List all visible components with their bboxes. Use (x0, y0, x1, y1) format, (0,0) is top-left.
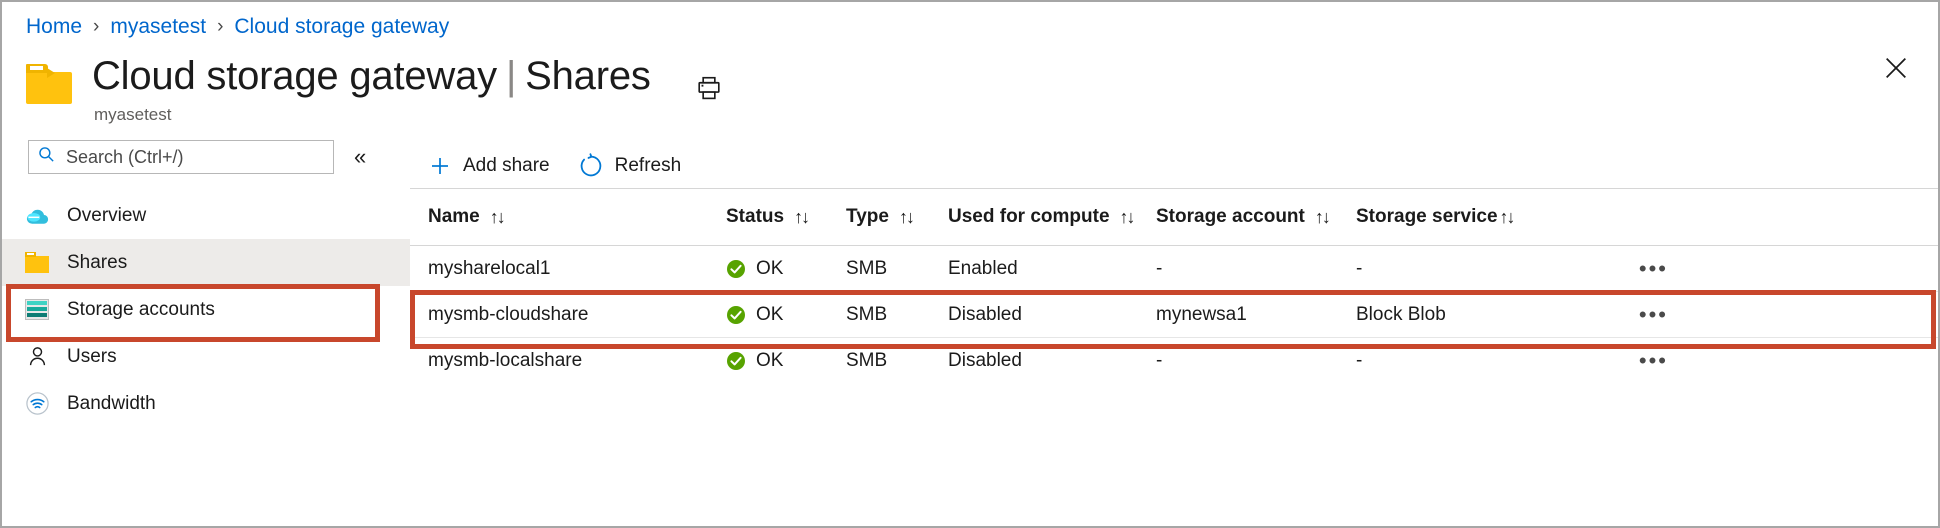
more-options-icon[interactable]: ••• (1639, 258, 1668, 280)
sidebar-search-row: « (28, 140, 366, 174)
cell-name: mysmb-localshare (428, 350, 726, 372)
column-header-label: Storage account (1156, 206, 1305, 228)
cell-name: mysmb-cloudshare (428, 304, 726, 326)
cell-type: SMB (846, 350, 948, 372)
table-row[interactable]: mysmb-cloudshare OK SMB Disabled mynewsa… (410, 292, 1938, 338)
sidebar-item-label: Bandwidth (67, 393, 156, 415)
cell-type: SMB (846, 304, 948, 326)
printer-icon[interactable] (695, 74, 723, 102)
breadcrumb: Home › myasetest › Cloud storage gateway (26, 10, 449, 44)
row-actions[interactable]: ••• (1556, 350, 1696, 372)
breadcrumb-item-cloud-storage-gateway[interactable]: Cloud storage gateway (234, 15, 449, 39)
row-actions[interactable]: ••• (1556, 304, 1696, 326)
user-icon (24, 344, 50, 370)
row-actions[interactable]: ••• (1556, 258, 1696, 280)
command-toolbar: Add share Refresh (410, 144, 709, 188)
sidebar: « Overview (2, 130, 410, 526)
bandwidth-icon (24, 391, 50, 417)
cell-storage-service: - (1356, 350, 1556, 372)
plus-icon (428, 154, 452, 178)
table-row[interactable]: mysmb-localshare OK SMB Disabled - - ••• (410, 338, 1938, 384)
column-header-status[interactable]: Status ↑↓ (726, 206, 846, 228)
folder-icon (26, 64, 72, 104)
add-share-button[interactable]: Add share (428, 154, 550, 178)
column-header-used-for-compute[interactable]: Used for compute ↑↓ (948, 206, 1156, 228)
cell-storage-account: - (1156, 258, 1356, 280)
sidebar-item-shares[interactable]: Shares (2, 239, 410, 286)
page-title: Cloud storage gateway|Shares (92, 52, 651, 100)
cell-used-for-compute: Disabled (948, 350, 1156, 372)
refresh-button[interactable]: Refresh (578, 153, 682, 179)
shares-content: Add share Refresh Name ↑↓ Sta (410, 130, 1938, 526)
search-icon (37, 145, 56, 169)
table-header-row: Name ↑↓ Status ↑↓ Type ↑↓ Used for compu… (410, 188, 1938, 246)
storage-accounts-icon (24, 297, 50, 323)
cloud-icon (24, 203, 50, 229)
cell-used-for-compute: Disabled (948, 304, 1156, 326)
column-header-label: Used for compute (948, 206, 1110, 228)
cell-status: OK (726, 258, 846, 280)
sidebar-item-storage-accounts[interactable]: Storage accounts (2, 286, 410, 333)
breadcrumb-item-myasetest[interactable]: myasetest (110, 15, 206, 39)
cell-name: mysharelocal1 (428, 258, 726, 280)
sort-icon: ↑↓ (1315, 207, 1329, 228)
page-title-resource: Cloud storage gateway (92, 54, 497, 98)
sidebar-nav-list: Overview Shares Storage accounts (2, 192, 410, 427)
page-subtitle: myasetest (94, 105, 651, 125)
check-circle-icon (726, 259, 746, 279)
cell-used-for-compute: Enabled (948, 258, 1156, 280)
column-header-label: Type (846, 206, 889, 228)
table-row[interactable]: mysharelocal1 OK SMB Enabled - - ••• (410, 246, 1938, 292)
column-header-label: Storage service (1356, 206, 1498, 228)
folder-icon (24, 250, 50, 276)
cell-status-label: OK (756, 304, 783, 326)
column-header-name[interactable]: Name ↑↓ (428, 206, 726, 228)
search-input[interactable] (64, 146, 325, 169)
cell-status: OK (726, 350, 846, 372)
cell-storage-service: - (1356, 258, 1556, 280)
check-circle-icon (726, 305, 746, 325)
page-title-section: Shares (525, 54, 651, 98)
shares-table: Name ↑↓ Status ↑↓ Type ↑↓ Used for compu… (410, 188, 1938, 384)
breadcrumb-separator-icon: › (217, 16, 223, 38)
sidebar-collapse-button[interactable]: « (354, 146, 366, 168)
cell-storage-account: mynewsa1 (1156, 304, 1356, 326)
breadcrumb-item-home[interactable]: Home (26, 15, 82, 39)
sort-icon: ↑↓ (794, 207, 808, 228)
column-header-label: Status (726, 206, 784, 228)
sidebar-item-label: Overview (67, 205, 146, 227)
sidebar-item-label: Users (67, 346, 117, 368)
breadcrumb-separator-icon: › (93, 16, 99, 38)
column-header-storage-account[interactable]: Storage account ↑↓ (1156, 206, 1356, 228)
sidebar-item-overview[interactable]: Overview (2, 192, 410, 239)
sort-icon: ↑↓ (1500, 207, 1514, 228)
column-header-storage-service[interactable]: Storage service ↑↓ (1356, 206, 1556, 228)
sort-icon: ↑↓ (490, 207, 504, 228)
sort-icon: ↑↓ (1120, 207, 1134, 228)
cell-status: OK (726, 304, 846, 326)
column-header-type[interactable]: Type ↑↓ (846, 206, 948, 228)
cell-status-label: OK (756, 350, 783, 372)
page-header: Cloud storage gateway|Shares myasetest (26, 52, 723, 125)
column-header-label: Name (428, 206, 480, 228)
sidebar-item-label: Storage accounts (67, 299, 215, 321)
refresh-label: Refresh (615, 155, 682, 177)
more-options-icon[interactable]: ••• (1639, 350, 1668, 372)
sort-icon: ↑↓ (899, 207, 913, 228)
cell-storage-account: - (1156, 350, 1356, 372)
check-circle-icon (726, 351, 746, 371)
cell-type: SMB (846, 258, 948, 280)
sidebar-item-label: Shares (67, 252, 127, 274)
cell-status-label: OK (756, 258, 783, 280)
search-box[interactable] (28, 140, 334, 174)
more-options-icon[interactable]: ••• (1639, 304, 1668, 326)
azure-portal-blade: Home › myasetest › Cloud storage gateway… (0, 0, 1940, 528)
refresh-icon (578, 153, 604, 179)
sidebar-item-users[interactable]: Users (2, 333, 410, 380)
add-share-label: Add share (463, 155, 550, 177)
cell-storage-service: Block Blob (1356, 304, 1556, 326)
page-title-separator: | (506, 54, 516, 98)
close-icon[interactable] (1880, 52, 1912, 84)
sidebar-item-bandwidth[interactable]: Bandwidth (2, 380, 410, 427)
